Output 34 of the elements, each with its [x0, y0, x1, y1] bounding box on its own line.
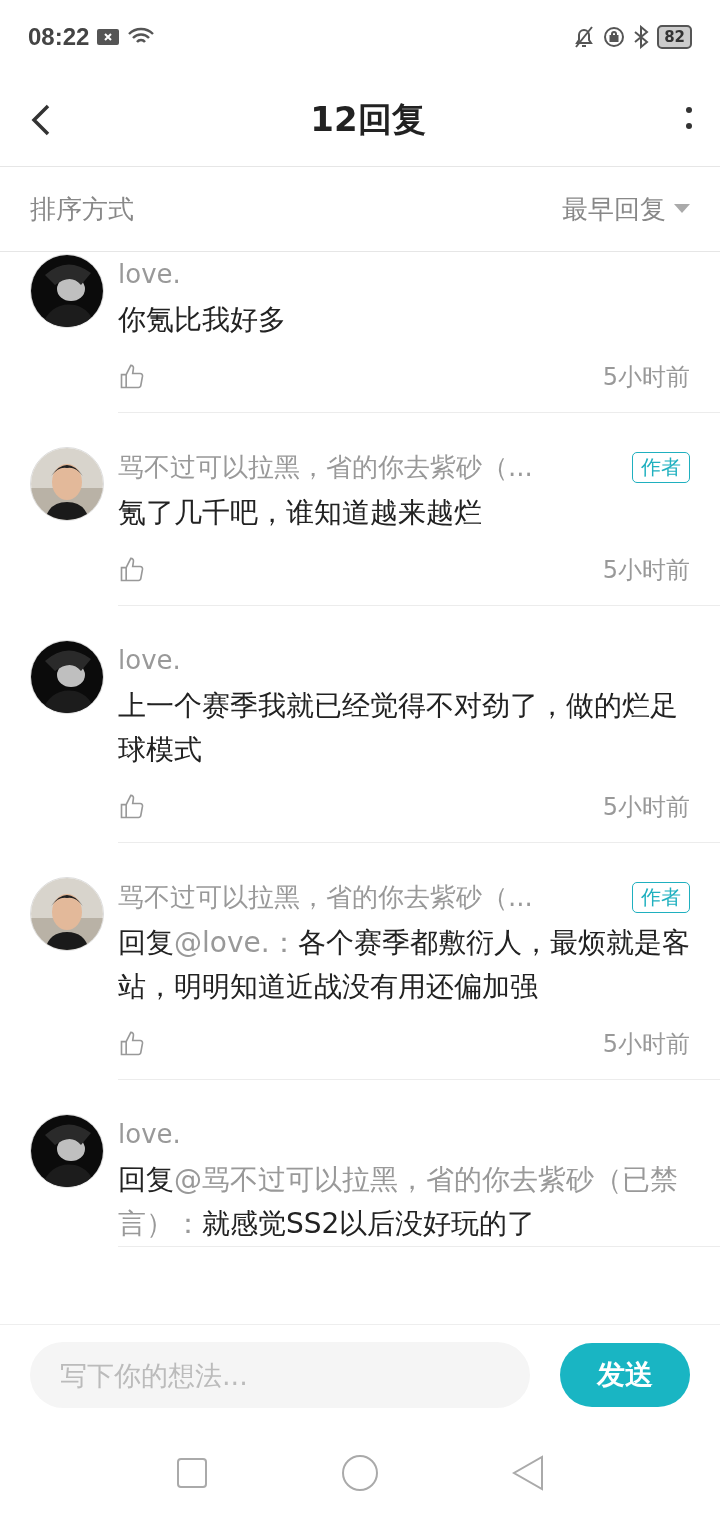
comment-text: 氪了几千吧，谁知道越来越烂	[118, 495, 483, 531]
comment-input[interactable]: 写下你的想法...	[30, 1342, 530, 1408]
send-button[interactable]: 发送	[560, 1343, 690, 1407]
comment-text: 你氪比我好多	[118, 302, 287, 338]
page-title: 12回复	[309, 98, 427, 141]
comment-text: 回复@骂不过可以拉黑，省的你去紫砂（已禁言）：就感觉SS2以后没好玩的了	[118, 1162, 679, 1242]
mute-bell-icon	[573, 25, 596, 49]
user-name[interactable]: 骂不过可以拉黑，省的你去紫砂（...	[118, 447, 622, 487]
comment-time: 5小时前	[602, 792, 690, 823]
home-icon[interactable]	[341, 1453, 379, 1492]
recent-apps-icon[interactable]	[176, 1456, 209, 1489]
comment-time: 5小时前	[602, 555, 690, 586]
author-badge: 作者	[632, 451, 690, 483]
caret-icon[interactable]	[674, 204, 690, 214]
thumbs-up-icon[interactable]	[118, 363, 146, 391]
comment-time: 5小时前	[602, 1029, 690, 1060]
sort-dropdown[interactable]: 最早回复	[562, 191, 690, 227]
thumbs-up-icon[interactable]	[118, 793, 146, 821]
thumbs-up-icon[interactable]	[118, 1030, 146, 1058]
battery-level: 82	[657, 25, 692, 49]
status-time: 08:22	[28, 23, 90, 51]
thumbs-up-icon[interactable]	[118, 556, 146, 584]
author-badge: 作者	[632, 881, 690, 913]
user-name[interactable]: love.	[118, 1114, 690, 1154]
comment-text: 上一个赛季我就已经觉得不对劲了，做的烂足球模式	[118, 688, 679, 768]
comment-time: 5小时前	[602, 362, 690, 393]
bluetooth-icon	[633, 25, 650, 49]
sort-label: 排序方式	[30, 192, 135, 226]
user-name[interactable]: 骂不过可以拉黑，省的你去紫砂（...	[118, 877, 622, 917]
rotation-lock-icon	[603, 26, 626, 48]
comment-text: 回复@love.：各个赛季都敷衍人，最烦就是客站，明明知道近战没有用还偏加强	[118, 925, 690, 1005]
user-name[interactable]: love.	[118, 254, 690, 294]
user-name[interactable]: love.	[118, 640, 690, 680]
sim-icon	[97, 29, 120, 45]
